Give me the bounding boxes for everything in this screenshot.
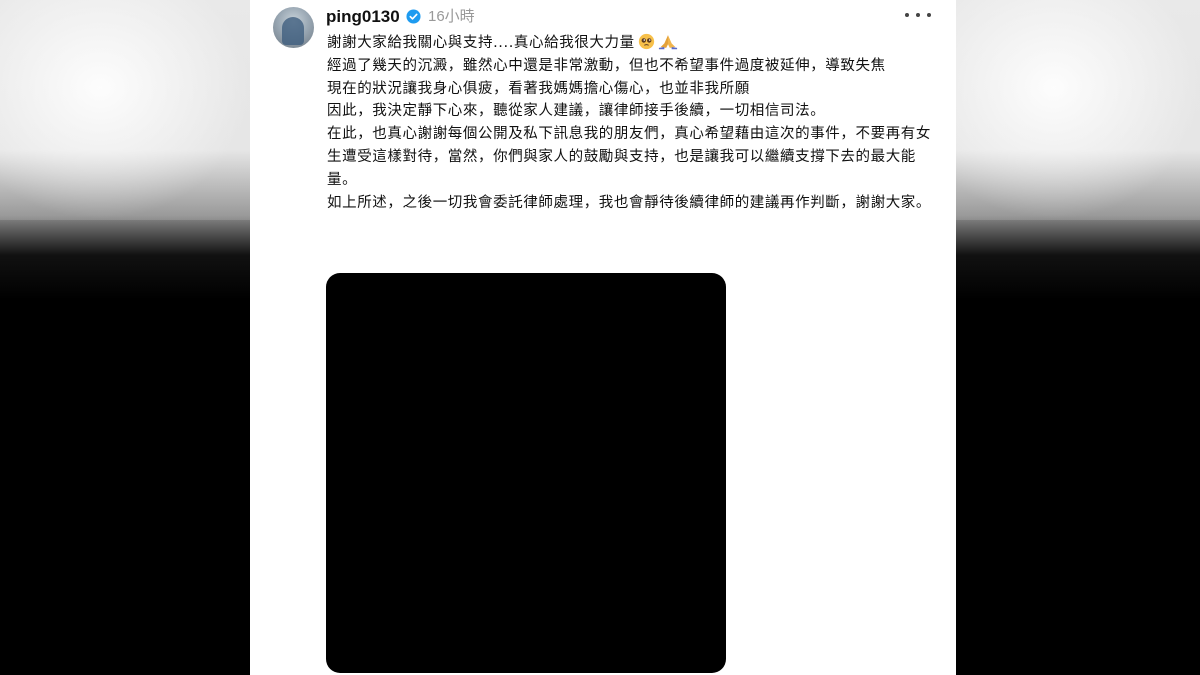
more-options-icon[interactable] bbox=[905, 5, 931, 25]
caption-line-6: 如上所述，之後一切我會委託律師處理，我也會靜待後續律師的建議再作判斷，謝謝大家。 bbox=[327, 194, 931, 211]
post-caption: 謝謝大家給我關心與支持....真心給我很大力量 經過了幾天的沉澱，雖然心中還是非… bbox=[327, 32, 937, 214]
caption-line-3: 現在的狀況讓我身心俱疲，看著我媽媽擔心傷心，也並非我所願 bbox=[327, 80, 750, 97]
caption-line-1: 謝謝大家給我關心與支持....真心給我很大力量 bbox=[327, 32, 937, 55]
caption-line-5: 在此，也真心謝謝每個公開及私下訊息我的朋友們，真心希望藉由這次的事件，不要再有女… bbox=[327, 126, 931, 188]
avatar[interactable] bbox=[273, 7, 314, 48]
verified-badge-icon bbox=[406, 9, 421, 24]
pleading-face-emoji bbox=[638, 33, 654, 50]
caption-line-4: 因此，我決定靜下心來，聽從家人建議，讓律師接手後續，一切相信司法。 bbox=[327, 103, 826, 120]
folded-hands-emoji bbox=[658, 35, 677, 50]
post-timestamp: 16小時 bbox=[428, 8, 475, 25]
background-right bbox=[956, 0, 1200, 675]
threads-post: ping0130 16小時 謝謝大家給我關心與支持....真心給我很大力量 經過… bbox=[250, 0, 956, 675]
background-left bbox=[0, 0, 250, 675]
post-image[interactable] bbox=[326, 273, 726, 673]
username[interactable]: ping0130 bbox=[326, 6, 400, 28]
caption-line-2: 經過了幾天的沉澱，雖然心中還是非常激動，但也不希望事件過度被延伸，導致失焦 bbox=[327, 57, 886, 74]
